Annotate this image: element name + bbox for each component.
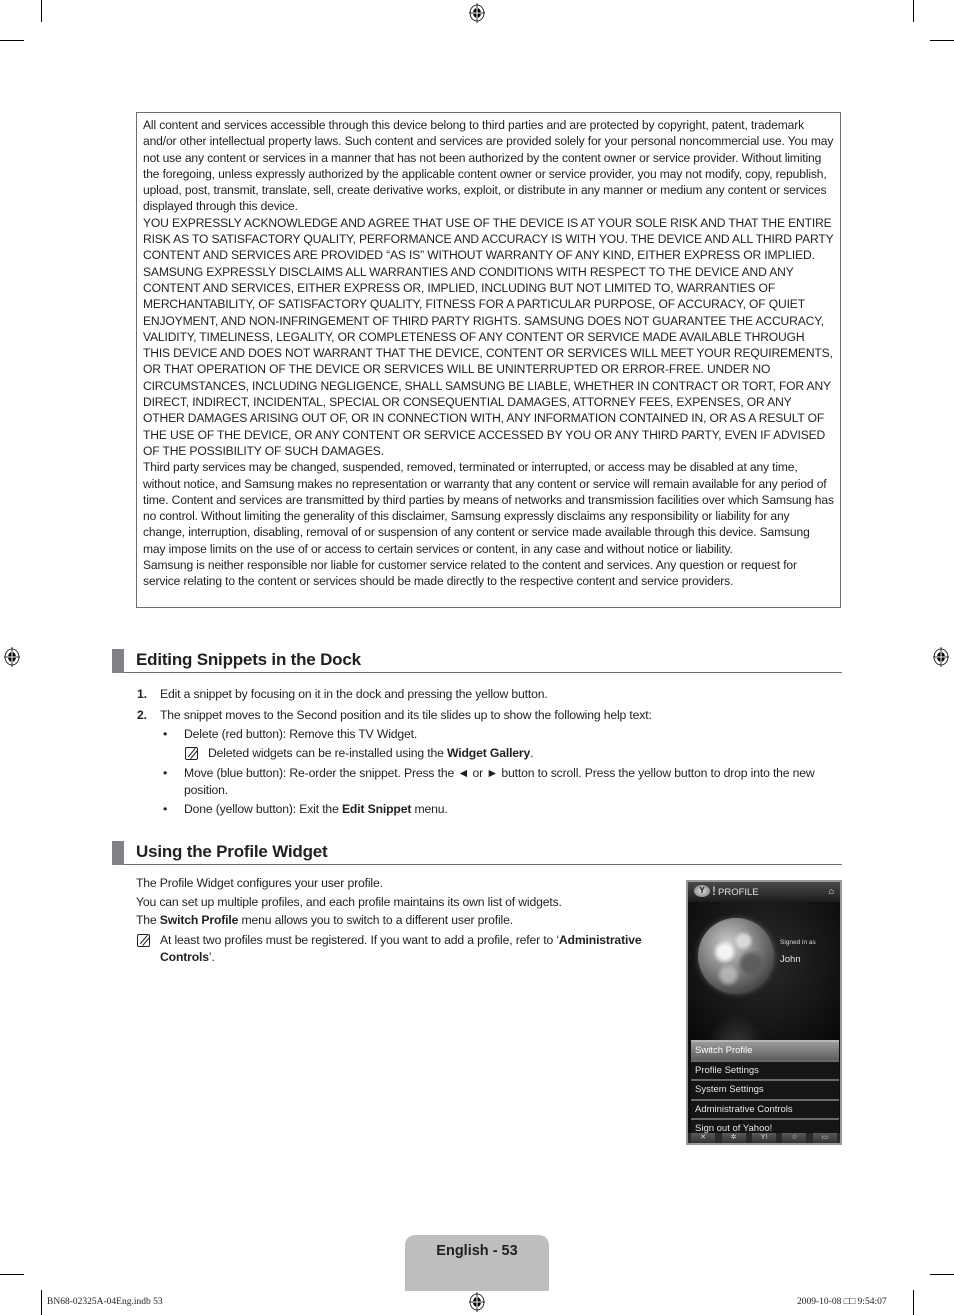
note-bold: Controls — [160, 950, 209, 964]
bullet-text-part: menu. — [411, 802, 448, 816]
registration-mark-icon — [469, 1292, 485, 1312]
profile-note: At least two profiles must be registered… — [160, 932, 670, 966]
menu-item-profile-settings[interactable]: Profile Settings — [691, 1059, 839, 1079]
globe-image — [698, 918, 774, 994]
star-icon[interactable]: ☆ — [782, 1133, 807, 1143]
slug-file-info: BN68-02325A-04Eng.indb 53 — [47, 1297, 163, 1307]
disclaimer-box: All content and services accessible thro… — [136, 112, 841, 608]
widget-menu: Switch Profile Profile Settings System S… — [691, 1040, 839, 1138]
note-text-part: ’. — [208, 950, 215, 964]
disclaimer-paragraph: Third party services may be changed, sus… — [143, 460, 834, 556]
crop-mark — [41, 0, 42, 22]
profile-line: The Profile Widget configures your user … — [136, 876, 383, 890]
page-number: English - 53 — [436, 1243, 518, 1259]
home-icon[interactable]: ⌂ — [829, 886, 834, 896]
yahoo-icon[interactable]: Y! — [751, 1133, 776, 1143]
note-text-part: At least two profiles must be registered… — [160, 933, 559, 947]
bullet-text-part: Done (yellow button): Exit the — [184, 802, 342, 816]
bullet-text: Delete (red button): Remove this TV Widg… — [184, 727, 418, 741]
section-title: Using the Profile Widget — [136, 842, 328, 861]
disclaimer-paragraph: YOU EXPRESSLY ACKNOWLEDGE AND AGREE THAT… — [143, 215, 834, 458]
note-icon — [185, 747, 198, 760]
step-text: The snippet moves to the Second position… — [160, 708, 652, 722]
bullet: • — [163, 727, 168, 741]
profile-line-bold: Switch Profile — [159, 913, 239, 927]
profile-line-part: The — [136, 913, 160, 927]
bullet-text: Move (blue button): Re-order the snippet… — [184, 766, 815, 797]
widget-title: PROFILE — [718, 887, 759, 898]
step-number: 1. — [137, 687, 147, 701]
note-text-part: Deleted widgets can be re-installed usin… — [208, 746, 448, 760]
note-link-widget-gallery: Widget Gallery — [447, 746, 531, 760]
bullet: • — [163, 766, 168, 780]
note-text-part: . — [530, 746, 534, 760]
note-text: Deleted widgets can be re-installed usin… — [208, 745, 828, 762]
crop-mark — [0, 40, 24, 41]
user-name: John — [780, 954, 801, 965]
disclaimer-paragraph: Samsung is neither responsible nor liabl… — [143, 558, 797, 589]
profile-line: The Switch Profile menu allows you to sw… — [136, 912, 676, 929]
crop-mark — [0, 1274, 24, 1275]
gear-icon[interactable]: ✲ — [721, 1133, 746, 1143]
close-icon[interactable]: ✕ — [691, 1133, 716, 1143]
step-text: Edit a snippet by focusing on it in the … — [160, 687, 548, 701]
registration-mark-icon — [4, 647, 20, 667]
note-icon — [137, 934, 150, 947]
bullet: • — [163, 802, 168, 816]
screen-icon[interactable]: ▭ — [812, 1133, 837, 1143]
widget-dock: ✕ ✲ Y! ☆ ▭ — [688, 1133, 840, 1143]
section-header-profile: Using the Profile Widget — [112, 841, 842, 865]
slug-timestamp: 2009-10-08 □□ 9:54:07 — [797, 1297, 887, 1307]
signed-in-label: Signed in as — [780, 939, 816, 946]
bullet-text: Done (yellow button): Exit the Edit Snip… — [184, 801, 834, 818]
crop-mark — [913, 1290, 914, 1315]
yahoo-exclamation-icon: ! — [712, 884, 716, 898]
bullet-text-bold: Edit Snippet — [341, 802, 412, 816]
step-number: 2. — [137, 708, 147, 722]
menu-item-switch-profile[interactable]: Switch Profile — [691, 1040, 839, 1060]
profile-widget-screenshot: Y ! PROFILE ⌂ Signed in as John Switch P… — [686, 880, 842, 1145]
widget-title-bar: Y ! PROFILE ⌂ — [688, 882, 840, 902]
page-number-tab: English - 53 — [405, 1235, 549, 1291]
section-header-editing: Editing Snippets in the Dock — [112, 649, 842, 673]
registration-mark-icon — [469, 3, 485, 23]
yahoo-logo-icon: Y — [694, 885, 710, 897]
crop-mark — [930, 40, 954, 41]
profile-line: You can set up multiple profiles, and ea… — [136, 895, 562, 909]
profile-line-part: menu allows you to switch to a different… — [238, 913, 514, 927]
registration-mark-icon — [933, 647, 949, 667]
crop-mark — [41, 1290, 42, 1315]
menu-item-system-settings[interactable]: System Settings — [691, 1079, 839, 1099]
section-bar — [112, 841, 124, 865]
menu-item-administrative-controls[interactable]: Administrative Controls — [691, 1098, 839, 1118]
section-title: Editing Snippets in the Dock — [136, 650, 361, 669]
note-bold: Administrative — [558, 933, 642, 947]
disclaimer-paragraph: All content and services accessible thro… — [143, 118, 834, 214]
crop-mark — [913, 0, 914, 22]
section-bar — [112, 649, 124, 673]
crop-mark — [930, 1274, 954, 1275]
